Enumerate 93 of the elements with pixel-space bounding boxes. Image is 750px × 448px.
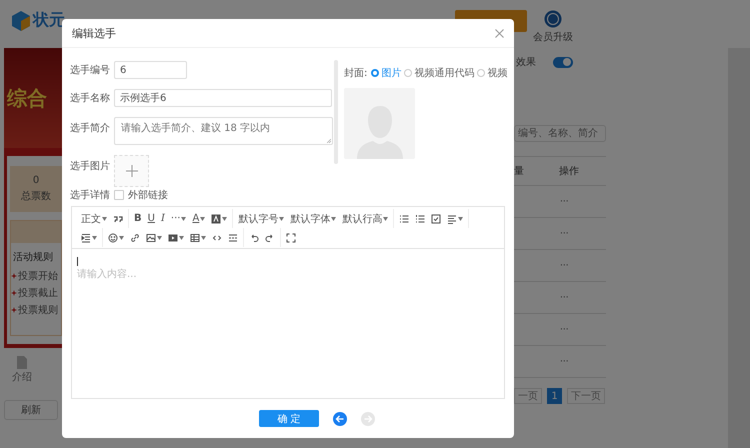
caret-icon — [222, 216, 228, 220]
document-icon — [17, 356, 27, 369]
divider-icon — [228, 232, 238, 242]
person-silhouette-icon — [354, 104, 404, 159]
editor-content-field[interactable]: 请输入内容... — [72, 249, 504, 398]
cube-logo-icon — [12, 10, 30, 30]
field-label: 选手编号 — [70, 64, 111, 77]
star-bullet-icon — [11, 307, 17, 313]
bulleted-list-icon — [399, 214, 410, 224]
page-button[interactable]: 1 — [547, 388, 562, 404]
name-field[interactable]: 示例选手6 — [114, 89, 332, 107]
rule-item: 投票开始 — [18, 270, 58, 283]
effect-label: 效果 — [516, 56, 536, 69]
refresh-button[interactable]: 刷新 — [4, 400, 58, 420]
caret-icon — [279, 216, 284, 220]
intro-field[interactable]: 请输入选手简介、建议 18 字以内 — [114, 117, 333, 145]
rule-item: 投票规则 — [18, 304, 58, 317]
indent-icon — [81, 232, 91, 242]
toolbar-button[interactable]: 正文 — [78, 210, 110, 226]
more-actions-button[interactable]: ··· — [560, 292, 569, 302]
toolbar-button[interactable]: U — [144, 210, 158, 226]
toolbar-button[interactable]: I — [158, 210, 168, 226]
toolbar-button[interactable]: ··· — [168, 210, 190, 226]
caret-icon — [383, 216, 388, 220]
external-link-checkbox[interactable] — [114, 190, 124, 200]
caret-icon — [119, 236, 124, 240]
cover-radio[interactable]: 图片 — [371, 66, 402, 80]
background-color-icon — [211, 214, 222, 224]
caret-icon — [157, 236, 162, 240]
field-label: 选手详情 — [70, 188, 111, 202]
star-bullet-icon — [11, 273, 17, 279]
toolbar-button[interactable]: 默认字号 — [235, 210, 288, 226]
column-header: 量 — [514, 165, 525, 178]
search-field[interactable]: 编号、名称、简介 — [514, 125, 606, 142]
rules-title: 活动规则 — [13, 251, 54, 264]
number-field[interactable]: 6 — [114, 61, 187, 79]
caret-icon — [331, 216, 336, 220]
toolbar-button[interactable]: 默认行高 — [339, 210, 392, 226]
fullscreen-icon — [286, 232, 296, 242]
table-icon — [190, 232, 200, 242]
checkbox-label: 外部链接 — [128, 188, 168, 202]
vote-count: 0 — [32, 175, 40, 186]
redo-icon — [265, 232, 275, 242]
undo-icon — [249, 232, 259, 242]
vip-badge-icon — [544, 10, 562, 28]
caret-icon — [458, 216, 464, 220]
image-upload-button[interactable] — [114, 155, 149, 187]
effect-toggle[interactable] — [553, 56, 573, 68]
prev-page-button[interactable]: 一页 — [514, 388, 542, 404]
member-upgrade-link[interactable]: 会员升级 — [533, 30, 573, 44]
field-label: 选手图片 — [70, 160, 111, 173]
field-label: 选手简介 — [70, 122, 111, 135]
toolbar-button[interactable]: B — [131, 210, 145, 226]
column-header: 操作 — [559, 165, 580, 178]
rules-header-bar — [11, 221, 61, 243]
caret-icon — [200, 216, 206, 220]
star-bullet-icon — [11, 290, 17, 296]
dialog-title: 编辑选手 — [72, 26, 116, 40]
close-icon[interactable] — [495, 28, 504, 38]
more-actions-button[interactable]: ··· — [560, 356, 569, 366]
confirm-button[interactable]: 确 定 — [259, 410, 319, 427]
cover-radio[interactable]: 视频 — [477, 66, 508, 80]
caret-icon — [102, 216, 107, 220]
toolbar-button[interactable]: A — [189, 210, 208, 226]
emoji-icon — [108, 232, 118, 242]
next-page-button[interactable]: 下一页 — [567, 388, 605, 404]
plus-icon — [126, 165, 138, 177]
align-icon — [447, 214, 458, 224]
more-actions-button[interactable]: ··· — [560, 228, 569, 238]
more-actions-button[interactable]: ··· — [560, 324, 569, 334]
resize-grip-icon[interactable] — [327, 139, 331, 143]
caret-icon — [181, 216, 186, 220]
caret-icon — [179, 236, 184, 240]
intro-tab[interactable]: 介绍 — [12, 370, 32, 384]
cover-label: 封面: — [344, 66, 368, 80]
previous-arrow-icon[interactable] — [333, 412, 347, 426]
cover-radio[interactable]: 视频通用代码 — [404, 66, 474, 80]
vote-count-label: 总票数 — [21, 190, 51, 203]
video-icon — [168, 232, 178, 242]
checklist-icon — [431, 214, 442, 224]
toolbar-button[interactable]: 默认字体 — [287, 210, 340, 226]
banner-title: 综合 — [7, 84, 47, 112]
quote-icon — [113, 214, 123, 224]
code-icon — [212, 232, 222, 242]
link-icon — [130, 232, 140, 242]
numbered-list-icon — [415, 214, 426, 224]
more-actions-button[interactable]: ··· — [560, 196, 569, 206]
field-label: 选手名称 — [70, 92, 111, 105]
more-actions-button[interactable]: ··· — [560, 260, 569, 270]
caret-icon — [201, 236, 206, 240]
caret-icon — [92, 236, 97, 240]
image-icon — [146, 232, 156, 242]
rule-item: 投票截止 — [18, 286, 58, 300]
